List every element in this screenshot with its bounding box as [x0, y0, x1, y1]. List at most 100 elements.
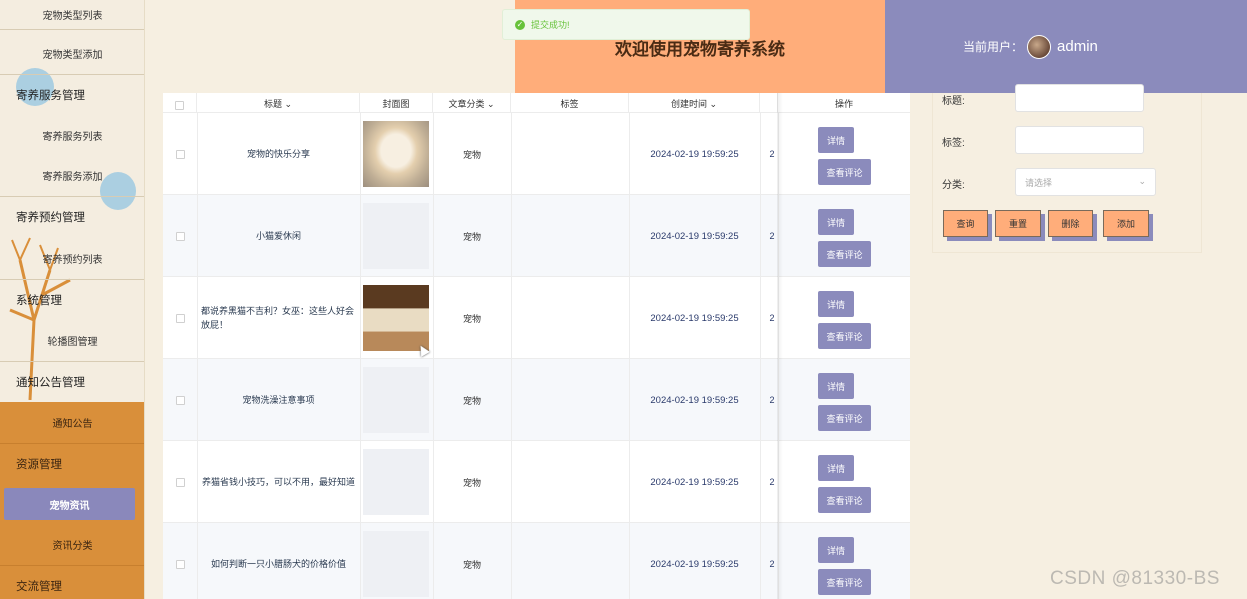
sidebar-group-boarding-service[interactable]: 寄养服务管理	[0, 75, 144, 115]
sidebar-item-pet-type-add[interactable]: 宠物类型添加	[0, 33, 144, 75]
title-label: 标题:	[942, 96, 965, 107]
category-select[interactable]: 请选择 ⌄	[1015, 168, 1156, 196]
row-checkbox[interactable]	[175, 313, 185, 323]
cover-image[interactable]	[363, 531, 429, 597]
detail-button[interactable]: 详情	[818, 291, 854, 317]
article-title: 宠物的快乐分享	[246, 149, 310, 159]
view-comments-button[interactable]: 查看评论	[818, 323, 871, 349]
column-divider	[360, 277, 361, 358]
select-all-checkbox[interactable]	[175, 101, 184, 110]
created-time-cell: 2024-02-19 19:59:25	[650, 394, 739, 406]
view-comments-button[interactable]: 查看评论	[818, 569, 871, 595]
title-input[interactable]	[1015, 84, 1144, 112]
row-checkbox[interactable]	[175, 231, 185, 241]
user-info: 当前用户： admin	[885, 0, 1247, 93]
table-row[interactable]: 都说养黑猫不吉利？女巫：这些人好会放屁！ 宠物 2024-02-19 19:59:2…	[163, 277, 910, 359]
tag-input[interactable]	[1015, 126, 1144, 154]
row-checkbox[interactable]	[175, 477, 185, 487]
article-title: 宠物洗澡注意事项	[242, 395, 315, 405]
sidebar-item-boarding-service-list[interactable]: 寄养服务列表	[0, 115, 144, 155]
cover-image[interactable]	[363, 121, 429, 187]
column-header-cover: 封面图	[360, 93, 433, 113]
watermark: CSDN @81330-BS	[1050, 568, 1220, 589]
column-header-actions: 操作	[834, 99, 853, 109]
reset-button[interactable]: 重置	[995, 210, 1041, 237]
cover-image[interactable]	[363, 449, 429, 515]
row-checkbox[interactable]	[175, 395, 185, 405]
view-comments-button[interactable]: 查看评论	[818, 487, 871, 513]
detail-button[interactable]: 详情	[818, 209, 854, 235]
row-checkbox[interactable]	[175, 149, 185, 159]
detail-button[interactable]: 详情	[818, 455, 854, 481]
article-title: 如何判断一只小腊肠犬的价格价值	[210, 559, 346, 569]
tag-cell	[511, 523, 629, 599]
sidebar-item-boarding-service-add[interactable]: 寄养服务添加	[0, 155, 144, 197]
delete-button[interactable]: 删除	[1048, 210, 1093, 237]
column-divider	[360, 441, 361, 522]
category-cell: 宠物	[462, 395, 481, 406]
sidebar-group-boarding-reservation[interactable]: 寄养预约管理	[0, 197, 144, 237]
table-row[interactable]: 宠物洗澡注意事项 宠物 2024-02-19 19:59:25 2 详情 查看评论	[163, 359, 910, 441]
view-comments-button[interactable]: 查看评论	[818, 159, 871, 185]
sidebar-item-pet-news[interactable]: 宠物资讯	[4, 488, 135, 520]
row-select-cell[interactable]	[163, 441, 197, 523]
detail-button[interactable]: 详情	[818, 127, 854, 153]
column-header-title[interactable]: 标题 ⌄	[197, 93, 360, 113]
detail-button[interactable]: 详情	[818, 537, 854, 563]
sidebar-group-system[interactable]: 系统管理	[0, 280, 144, 320]
sidebar-group-notice[interactable]: 通知公告管理	[0, 362, 144, 402]
title-cell: 宠物的快乐分享	[197, 113, 360, 195]
table-header: 标题 ⌄ 封面图 文章分类 ⌄ 标签 创建时间 ⌄ 操作	[163, 93, 910, 113]
detail-button[interactable]: 详情	[818, 373, 854, 399]
cover-image[interactable]	[363, 367, 429, 433]
category-cell: 宠物	[462, 477, 481, 488]
row-select-cell[interactable]	[163, 113, 197, 195]
fixed-column-shadow	[777, 93, 783, 599]
toast-message: 提交成功!	[531, 20, 570, 30]
query-button[interactable]: 查询	[943, 210, 988, 237]
category-cell: 宠物	[462, 559, 481, 570]
sidebar-item-pet-type-list[interactable]: 宠物类型列表	[0, 0, 144, 30]
column-divider	[360, 523, 361, 599]
chevron-down-icon: ⌄	[1138, 176, 1146, 186]
table-row[interactable]: 养猫省钱小技巧，可以不用，最好知道 宠物 2024-02-19 19:59:25 2 详…	[163, 441, 910, 523]
column-header-category[interactable]: 文章分类 ⌄	[433, 93, 511, 113]
check-circle-icon: ✓	[515, 19, 525, 30]
created-time-cell: 2024-02-19 19:59:25	[650, 148, 739, 160]
column-header-created[interactable]: 创建时间 ⌄	[629, 93, 760, 113]
cover-image[interactable]	[363, 203, 429, 269]
view-comments-button[interactable]: 查看评论	[818, 241, 871, 267]
sidebar-group-communication[interactable]: 交流管理	[0, 566, 144, 599]
category-cell: 宠物	[462, 231, 481, 242]
row-select-cell[interactable]	[163, 359, 197, 441]
row-select-cell[interactable]	[163, 195, 197, 277]
table-row[interactable]: 宠物的快乐分享 宠物 2024-02-19 19:59:25 2 详情 查看评论	[163, 113, 910, 195]
sidebar-item-boarding-reservation-list[interactable]: 寄养预约列表	[0, 237, 144, 280]
avatar[interactable]	[1027, 34, 1052, 59]
sidebar-item-carousel[interactable]: 轮播图管理	[0, 320, 144, 362]
tag-cell	[511, 359, 629, 441]
sidebar-item-notice[interactable]: 通知公告	[0, 402, 144, 444]
column-header-tag: 标签	[511, 93, 629, 113]
row-select-cell[interactable]	[163, 523, 197, 599]
sidebar-group-resources[interactable]: 资源管理	[0, 444, 144, 484]
created-time-cell: 2024-02-19 19:59:25	[650, 558, 739, 570]
table-row[interactable]: 小猫爱休闲 宠物 2024-02-19 19:59:25 2 详情 查看评论	[163, 195, 910, 277]
tag-cell	[511, 195, 629, 277]
username[interactable]: admin	[1057, 38, 1098, 55]
add-button[interactable]: 添加	[1103, 210, 1149, 237]
sidebar-item-news-category[interactable]: 资讯分类	[0, 524, 144, 566]
cover-image[interactable]	[363, 285, 429, 351]
row-checkbox[interactable]	[175, 559, 185, 569]
view-comments-button[interactable]: 查看评论	[818, 405, 871, 431]
created-time-cell: 2024-02-19 19:59:25	[650, 312, 739, 324]
header-select-all[interactable]	[163, 93, 197, 113]
tag-cell	[511, 113, 629, 195]
created-time-cell: 2024-02-19 19:59:25	[650, 476, 739, 488]
article-table: 标题 ⌄ 封面图 文章分类 ⌄ 标签 创建时间 ⌄ 操作 宠物的快乐分享宠物 20…	[163, 93, 910, 599]
created-time-cell: 2024-02-19 19:59:25	[650, 230, 739, 242]
table-row[interactable]: 如何判断一只小腊肠犬的价格价值 宠物 2024-02-19 19:59:25 2 详情查…	[163, 523, 910, 599]
title-cell: 宠物洗澡注意事项	[197, 359, 360, 441]
column-divider	[360, 359, 361, 440]
row-select-cell[interactable]	[163, 277, 197, 359]
